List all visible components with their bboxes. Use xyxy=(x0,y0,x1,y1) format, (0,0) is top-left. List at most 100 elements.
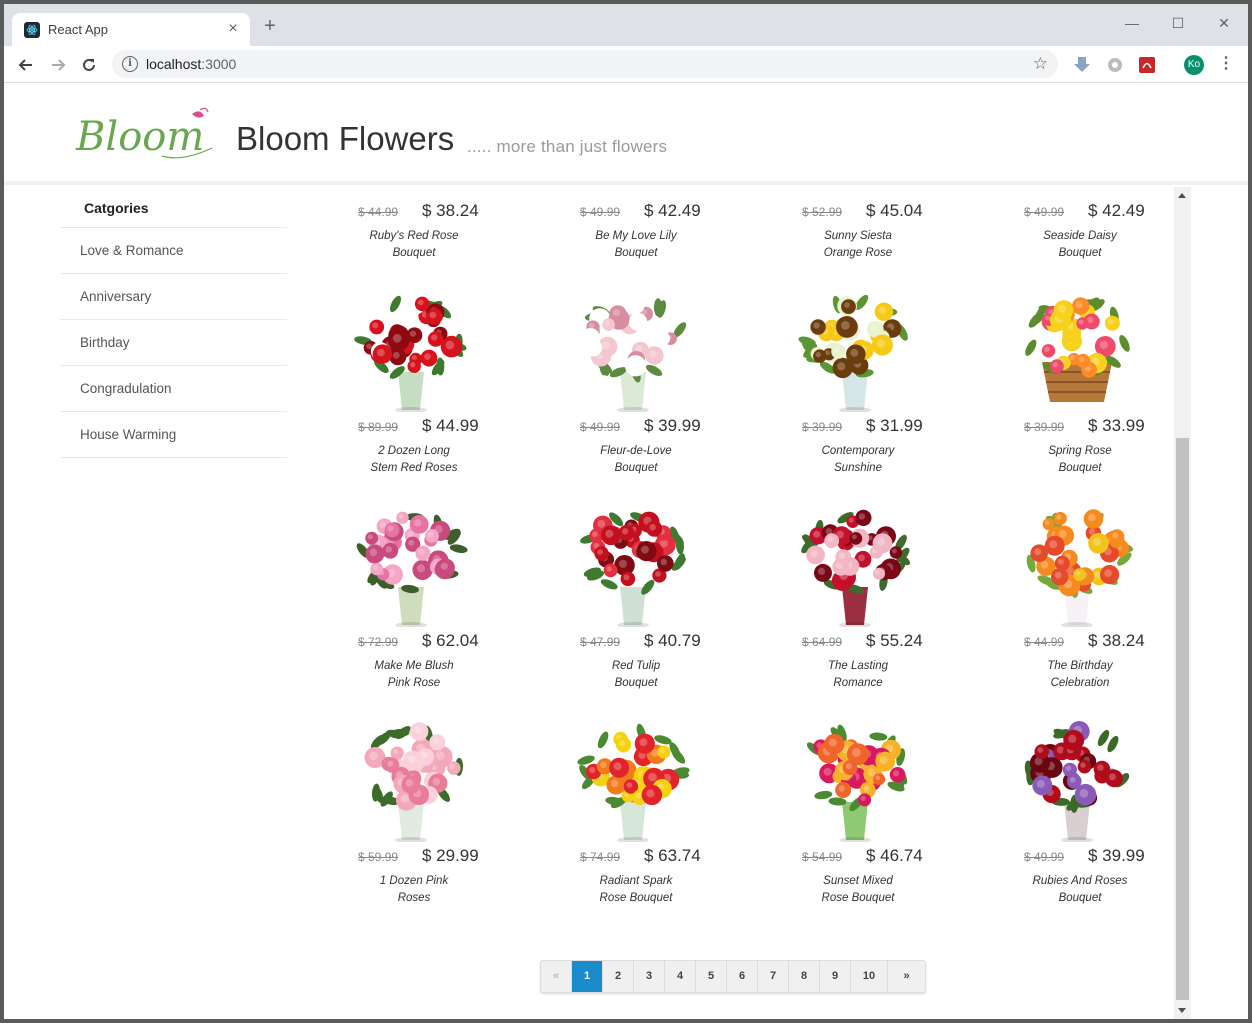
product-name[interactable]: Radiant Spark Rose Bouquet xyxy=(566,873,706,907)
product-name[interactable]: Make Me Blush Pink Rose xyxy=(344,658,484,692)
product-image[interactable] xyxy=(1012,284,1142,412)
product-card[interactable]: $ 44.99 $ 38.24 Ruby's Red Rose Bouquet xyxy=(324,190,484,269)
product-image[interactable] xyxy=(568,714,698,843)
product-image[interactable] xyxy=(568,284,698,413)
scrollbar-thumb[interactable] xyxy=(1176,438,1189,1000)
profile-avatar[interactable]: Ko xyxy=(1184,55,1204,75)
product-card[interactable]: $ 74.99 $ 63.74 Radiant Spark Rose Bouquet xyxy=(546,714,706,914)
product-image[interactable] xyxy=(346,190,476,197)
maximize-button[interactable]: ☐ xyxy=(1156,10,1200,36)
new-tab-button[interactable]: + xyxy=(260,16,280,36)
product-name[interactable]: Spring Rose Bouquet xyxy=(1010,443,1150,477)
scroll-up-arrow-icon[interactable] xyxy=(1178,193,1186,198)
product-name[interactable]: Rubies And Roses Bouquet xyxy=(1010,873,1150,907)
product-name[interactable]: Ruby's Red Rose Bouquet xyxy=(344,228,484,262)
settings-extension-icon[interactable] xyxy=(1106,56,1124,74)
scroll-down-arrow-icon[interactable] xyxy=(1178,1008,1186,1013)
product-name[interactable]: The Lasting Romance xyxy=(788,658,928,692)
product-card[interactable]: $ 47.99 $ 40.79 Red Tulip Bouquet xyxy=(546,499,706,699)
pagination-page-1[interactable]: 1 xyxy=(572,961,603,992)
pagination-page-7[interactable]: 7 xyxy=(758,961,789,992)
product-image[interactable] xyxy=(1012,714,1142,843)
product-image[interactable] xyxy=(568,499,698,628)
product-name[interactable]: Be My Love Lily Bouquet xyxy=(566,228,706,262)
minimize-button[interactable]: — xyxy=(1110,10,1154,36)
product-card[interactable]: $ 54.99 $ 46.74 Sunset Mixed Rose Bouquet xyxy=(768,714,928,914)
page-scrollbar[interactable] xyxy=(1174,187,1191,1019)
star-icon[interactable]: ☆ xyxy=(1033,54,1048,74)
product-image[interactable] xyxy=(346,714,476,843)
product-card[interactable]: $ 49.99 $ 42.49 Seaside Daisy Bouquet xyxy=(990,190,1150,269)
menu-icon[interactable]: ⋮ xyxy=(1218,54,1234,74)
product-name[interactable]: Fleur-de-Love Bouquet xyxy=(566,443,706,477)
product-card[interactable]: $ 49.99 $ 39.99 Rubies And Roses Bouquet xyxy=(990,714,1150,914)
pagination-page-5[interactable]: 5 xyxy=(696,961,727,992)
sidebar-item-congradulation[interactable]: Congradulation xyxy=(60,366,287,412)
product-name[interactable]: Red Tulip Bouquet xyxy=(566,658,706,692)
product-card[interactable]: $ 89.99 $ 44.99 2 Dozen Long Stem Red Roses xyxy=(324,284,484,484)
product-card[interactable]: $ 72.99 $ 62.04 Make Me Blush Pink Rose xyxy=(324,499,484,699)
pagination-prev-button[interactable]: « xyxy=(541,961,572,992)
product-card[interactable]: $ 39.99 $ 33.99 Spring Rose Bouquet xyxy=(990,284,1150,484)
product-name[interactable]: Contemporary Sunshine xyxy=(788,443,928,477)
product-image[interactable] xyxy=(790,284,920,413)
reload-icon[interactable] xyxy=(77,53,101,77)
product-grid: $ 44.99 $ 38.24 Ruby's Red Rose Bouquet $ 49… xyxy=(304,190,1164,1019)
sidebar-item-house-warming[interactable]: House Warming xyxy=(60,412,287,458)
sidebar-item-birthday[interactable]: Birthday xyxy=(60,320,287,366)
pagination-page-3[interactable]: 3 xyxy=(634,961,665,992)
pagination-page-9[interactable]: 9 xyxy=(820,961,851,992)
product-name-line1: Ruby's Red Rose xyxy=(369,230,459,242)
product-name[interactable]: The Birthday Celebration xyxy=(1010,658,1150,692)
product-name-line1: 1 Dozen Pink xyxy=(379,875,449,887)
product-image[interactable] xyxy=(790,499,920,628)
product-name-line1: Spring Rose xyxy=(1048,445,1112,457)
product-name-line2: Rose Bouquet xyxy=(821,892,895,904)
pagination-page-2[interactable]: 2 xyxy=(603,961,634,992)
pagination-page-8[interactable]: 8 xyxy=(789,961,820,992)
product-image[interactable] xyxy=(1012,499,1142,628)
price-row: $ 64.99 $ 55.24 xyxy=(768,631,928,653)
back-arrow-icon[interactable] xyxy=(14,53,38,77)
product-card[interactable]: $ 52.99 $ 45.04 Sunny Siesta Orange Rose xyxy=(768,190,928,269)
product-image[interactable] xyxy=(790,190,920,197)
product-name[interactable]: Seaside Daisy Bouquet xyxy=(1010,228,1150,262)
pdf-extension-icon[interactable] xyxy=(1138,56,1156,74)
pagination-page-6[interactable]: 6 xyxy=(727,961,758,992)
tab-close-icon[interactable]: × xyxy=(224,20,242,38)
product-image[interactable] xyxy=(568,190,698,197)
browser-tab[interactable]: React App × xyxy=(12,13,250,46)
product-image[interactable] xyxy=(1012,190,1142,197)
product-name[interactable]: 2 Dozen Long Stem Red Roses xyxy=(344,443,484,477)
forward-arrow-icon[interactable] xyxy=(46,53,70,77)
product-card[interactable]: $ 59.99 $ 29.99 1 Dozen Pink Roses xyxy=(324,714,484,914)
pagination-page-10[interactable]: 10 xyxy=(851,961,888,992)
product-name[interactable]: Sunset Mixed Rose Bouquet xyxy=(788,873,928,907)
info-icon[interactable]: i xyxy=(122,56,138,72)
product-image[interactable] xyxy=(346,284,476,413)
product-card[interactable]: $ 44.99 $ 38.24 The Birthday Celebration xyxy=(990,499,1150,699)
product-card[interactable]: $ 49.99 $ 39.99 Fleur-de-Love Bouquet xyxy=(546,284,706,484)
url-port: :3000 xyxy=(201,56,237,72)
product-image[interactable] xyxy=(346,499,476,628)
product-card[interactable]: $ 39.99 $ 31.99 Contemporary Sunshine xyxy=(768,284,928,484)
address-bar[interactable]: i localhost:3000 ☆ xyxy=(112,50,1058,78)
product-image[interactable] xyxy=(790,714,920,843)
pagination-next-button[interactable]: » xyxy=(888,961,925,992)
sidebar-item-anniversary[interactable]: Anniversary xyxy=(60,274,287,320)
pagination-page-4[interactable]: 4 xyxy=(665,961,696,992)
product-name[interactable]: Sunny Siesta Orange Rose xyxy=(788,228,928,262)
download-extension-icon[interactable] xyxy=(1073,56,1091,74)
brand-title: Bloom Flowers xyxy=(236,120,455,157)
browser-window: React App × + — ☐ ✕ i localhost:3000 ☆ K… xyxy=(4,4,1248,1019)
price-row: $ 54.99 $ 46.74 xyxy=(768,846,928,868)
sidebar-item-love-romance[interactable]: Love & Romance xyxy=(60,228,287,274)
product-name-line2: Romance xyxy=(833,677,883,689)
tagline: ..... more than just flowers xyxy=(467,137,668,156)
product-card[interactable]: $ 49.99 $ 42.49 Be My Love Lily Bouquet xyxy=(546,190,706,269)
product-card[interactable]: $ 64.99 $ 55.24 The Lasting Romance xyxy=(768,499,928,699)
product-name[interactable]: 1 Dozen Pink Roses xyxy=(344,873,484,907)
bloom-logo[interactable]: Bloom xyxy=(72,104,222,164)
close-window-button[interactable]: ✕ xyxy=(1202,10,1246,36)
product-name-line2: Celebration xyxy=(1050,677,1110,689)
